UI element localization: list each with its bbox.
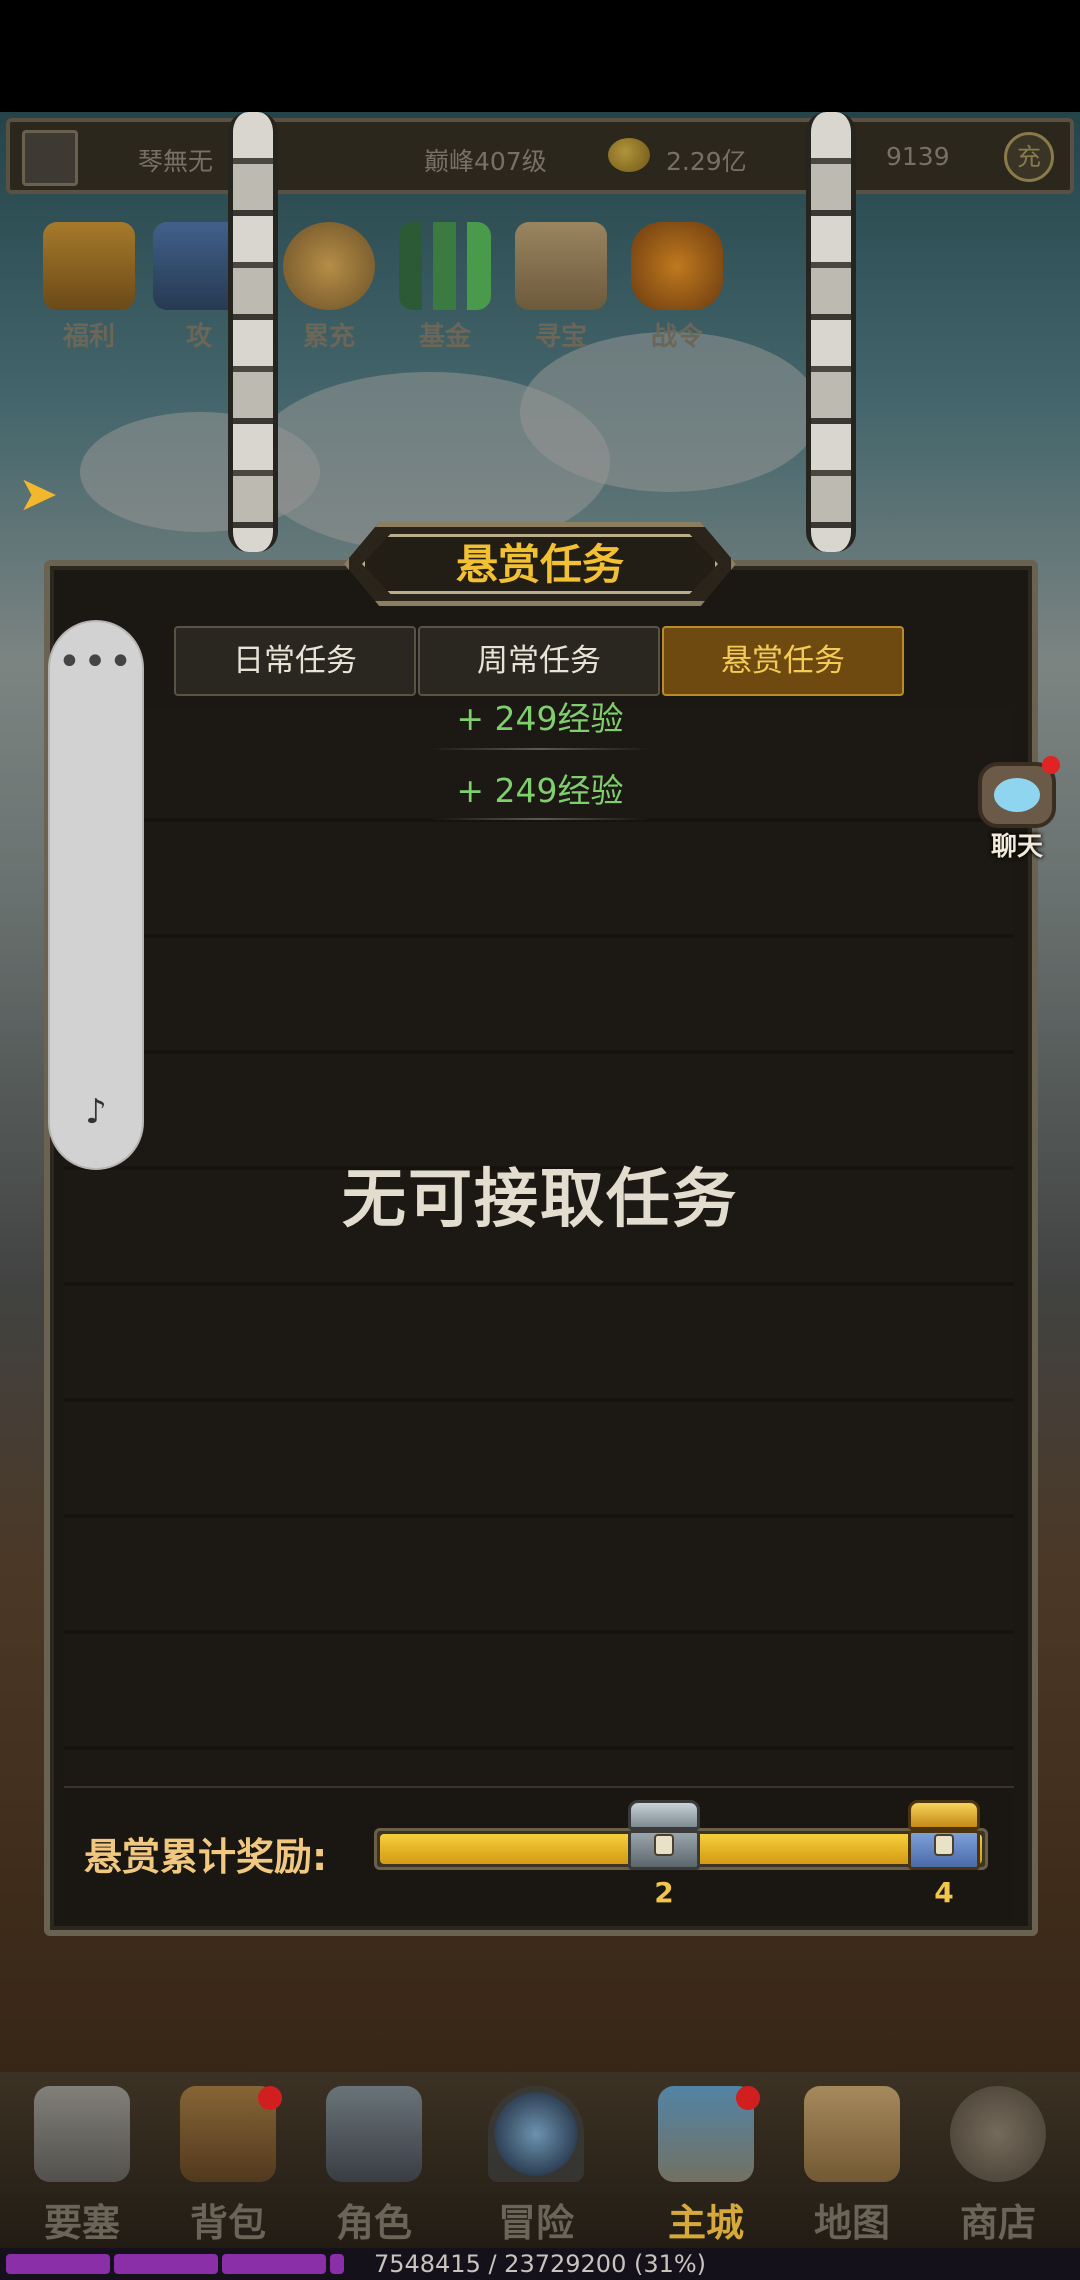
shop-icon <box>950 2086 1046 2182</box>
notification-dot <box>1042 756 1060 774</box>
empty-task-message: 无可接取任务 <box>342 1163 738 1237</box>
activity-treasure-hunt[interactable]: 寻宝 <box>506 222 616 352</box>
more-icon[interactable]: ••• <box>50 642 142 682</box>
player-name: 琴無无 <box>138 147 214 176</box>
panel-chain-right <box>806 112 856 552</box>
helmet-icon <box>326 2086 422 2182</box>
battle-pass-icon <box>631 222 723 310</box>
peak-level: 巅峰407级 <box>424 147 547 176</box>
nav-backpack[interactable]: 背包 <box>168 2086 288 2246</box>
gold-icon <box>608 138 650 172</box>
gold-chest-icon[interactable] <box>904 1796 984 1876</box>
bottom-nav: 要塞 背包 角色 冒险 主城 地图 商店 <box>0 2072 1080 2248</box>
diamond-amount: 9139 <box>886 142 950 171</box>
game-screen: 琴無无 巅峰407级 2.29亿 9139 充 福利 攻 累充 基金 寻宝 战令… <box>0 0 1080 2280</box>
nav-shop[interactable]: 商店 <box>938 2086 1058 2246</box>
activity-welfare[interactable]: 福利 <box>34 222 144 352</box>
divider <box>430 818 650 820</box>
notification-dot <box>736 2086 760 2110</box>
nav-adventure[interactable]: 冒险 <box>476 2086 596 2246</box>
nav-main-city[interactable]: 主城 <box>646 2086 766 2246</box>
chest-count: 2 <box>654 1876 674 1909</box>
expand-arrow-icon[interactable]: ➤ <box>18 466 58 522</box>
gold-amount: 2.29亿 <box>666 147 747 176</box>
experience-text: 7548415 / 23729200 (31%) <box>373 2250 707 2278</box>
divider <box>430 748 650 750</box>
chest-icon <box>43 222 135 310</box>
tab-weekly-tasks[interactable]: 周常任务 <box>418 626 660 696</box>
activity-recharge-total[interactable]: 累充 <box>274 222 384 352</box>
money-bag-icon <box>283 222 375 310</box>
task-list[interactable] <box>64 706 1014 1786</box>
fortress-icon <box>34 2086 130 2182</box>
notification-dot <box>258 2086 282 2110</box>
nav-character[interactable]: 角色 <box>314 2086 434 2246</box>
player-avatar[interactable] <box>22 130 78 186</box>
resource-bar: 琴無无 巅峰407级 2.29亿 9139 充 <box>6 118 1074 194</box>
tab-daily-tasks[interactable]: 日常任务 <box>174 626 416 696</box>
nav-map[interactable]: 地图 <box>792 2086 912 2246</box>
silver-chest-icon[interactable] <box>624 1796 704 1876</box>
tab-bounty-tasks[interactable]: 悬赏任务 <box>662 626 904 696</box>
exp-reward: + 249经验 <box>456 771 624 810</box>
recharge-button[interactable]: 充 <box>1004 132 1054 182</box>
nav-fortress[interactable]: 要塞 <box>22 2086 142 2246</box>
mute-icon[interactable]: ♪ <box>74 1092 118 1136</box>
portal-icon <box>488 2086 584 2182</box>
reward-label: 悬赏累计奖励: <box>84 1835 328 1879</box>
activity-battle-pass[interactable]: 战令 <box>622 222 732 352</box>
activity-fund[interactable]: 基金 <box>390 222 500 352</box>
chest-count: 4 <box>934 1876 954 1909</box>
exp-reward: + 249经验 <box>456 699 624 738</box>
chat-button[interactable]: 聊天 <box>972 756 1062 862</box>
panel-title: 悬赏任务 <box>362 534 718 594</box>
status-bar <box>0 0 1080 112</box>
treasure-map-icon <box>515 222 607 310</box>
scroll-map-icon <box>804 2086 900 2182</box>
floating-menu[interactable]: ••• ♪ <box>48 620 144 1170</box>
panel-chain-left <box>228 112 278 552</box>
bar-chart-icon <box>399 222 491 310</box>
